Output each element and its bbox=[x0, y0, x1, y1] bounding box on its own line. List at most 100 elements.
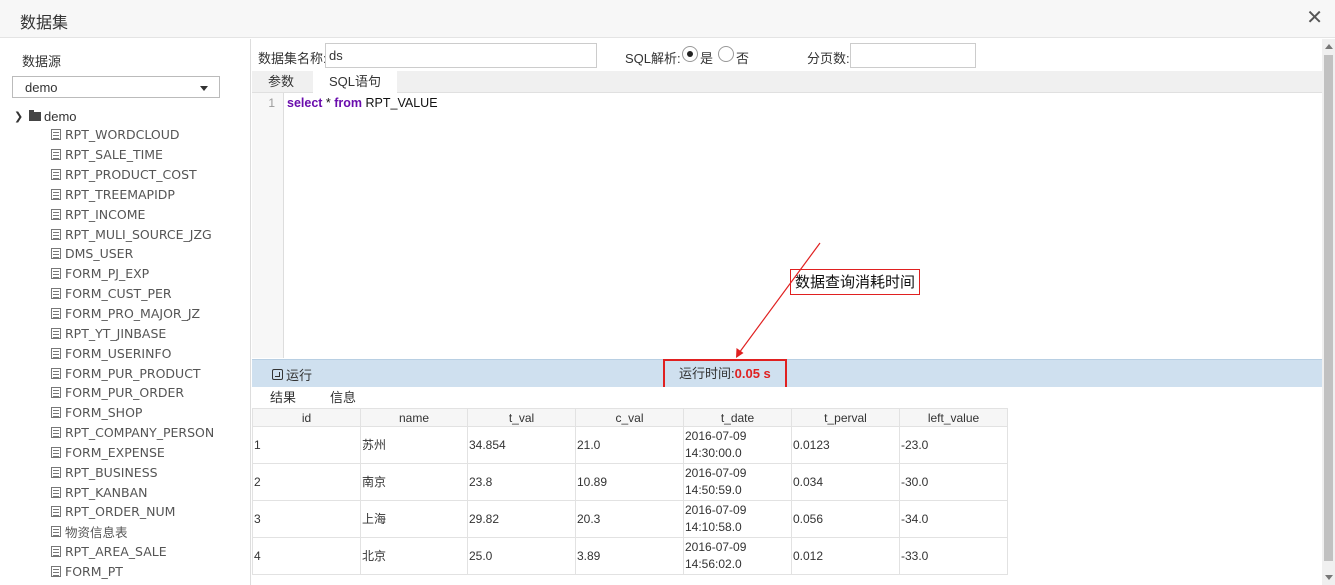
table-name: FORM_PUR_ORDER bbox=[65, 385, 185, 401]
table-icon bbox=[51, 506, 61, 518]
chevron-down-icon[interactable]: ❯ bbox=[14, 110, 28, 123]
table-list-item[interactable]: RPT_AREA_SALE bbox=[51, 542, 214, 562]
table-list-item[interactable]: RPT_WORDCLOUD bbox=[51, 125, 214, 145]
sql-text: RPT_VALUE bbox=[362, 96, 438, 110]
table-cell: 3.89 bbox=[575, 537, 684, 575]
tab-results[interactable]: 结果 bbox=[254, 387, 313, 408]
results-grid: id name t_val c_val t_date t_perval left_value… bbox=[252, 408, 1008, 575]
column-header[interactable]: c_val bbox=[575, 408, 684, 427]
table-icon bbox=[51, 546, 61, 558]
table-cell: -33.0 bbox=[899, 537, 1008, 575]
sql-keyword: from bbox=[334, 96, 363, 110]
table-list-item[interactable]: RPT_MULI_SOURCE_JZG bbox=[51, 224, 214, 244]
dataset-name-input[interactable]: ds bbox=[325, 43, 597, 68]
table-list-item[interactable]: FORM_PUR_ORDER bbox=[51, 383, 214, 403]
runtime-label: 运行时间: bbox=[679, 366, 735, 381]
result-tabs: 结果 信息 bbox=[252, 387, 1322, 408]
datasource-panel: 数据源 demo ❯ demo RPT_WORDCLOUD RPT_SALE_TI… bbox=[0, 39, 251, 585]
column-header[interactable]: name bbox=[360, 408, 468, 427]
datasource-select[interactable]: demo bbox=[12, 76, 220, 98]
run-icon bbox=[272, 369, 283, 380]
column-header[interactable]: id bbox=[252, 408, 361, 427]
table-cell: -30.0 bbox=[899, 463, 1008, 501]
table-name: RPT_ORDER_NUM bbox=[65, 504, 176, 520]
table-row[interactable]: 4 北京 25.0 3.89 2016-07-09 14:56:02.0 0.012 -33… bbox=[252, 537, 1008, 575]
dataset-name-label: 数据集名称: bbox=[258, 51, 327, 66]
table-name: RPT_PRODUCT_COST bbox=[65, 167, 197, 183]
table-list-item[interactable]: RPT_INCOME bbox=[51, 204, 214, 224]
table-cell: 0.012 bbox=[791, 537, 900, 575]
table-cell: -23.0 bbox=[899, 426, 1008, 464]
table-name: FORM_SHOP bbox=[65, 405, 143, 421]
sql-editor[interactable]: 1 select * from RPT_VALUE 数据查询消耗时间 bbox=[252, 93, 1322, 358]
table-icon bbox=[51, 347, 61, 359]
table-list-item[interactable]: FORM_CUST_PER bbox=[51, 284, 214, 304]
table-list-item[interactable]: FORM_USERINFO bbox=[51, 343, 214, 363]
column-header[interactable]: t_perval bbox=[791, 408, 900, 427]
table-cell: 2016-07-09 14:30:00.0 bbox=[683, 426, 792, 464]
table-name: FORM_PRO_MAJOR_JZ bbox=[65, 306, 201, 322]
column-header[interactable]: t_val bbox=[467, 408, 576, 427]
dialog-titlebar: 数据集 ✕ bbox=[0, 0, 1335, 38]
run-button[interactable]: 运行 bbox=[272, 365, 312, 384]
sql-code-line[interactable]: select * from RPT_VALUE bbox=[287, 96, 438, 110]
table-name: RPT_YT_JINBASE bbox=[65, 325, 167, 341]
vertical-scrollbar[interactable] bbox=[1322, 39, 1335, 585]
sql-parse-no-radio[interactable] bbox=[718, 46, 734, 62]
table-list-item[interactable]: FORM_PT bbox=[51, 562, 214, 582]
table-cell: 23.8 bbox=[467, 463, 576, 501]
table-cell: 2016-07-09 14:56:02.0 bbox=[683, 537, 792, 575]
table-list: RPT_WORDCLOUD RPT_SALE_TIME RPT_PRODUCT_CO… bbox=[51, 125, 214, 581]
table-row[interactable]: 2 南京 23.8 10.89 2016-07-09 14:50:59.0 0.034 -3… bbox=[252, 463, 1008, 501]
run-bar: 运行 运行时间:0.05 s bbox=[252, 359, 1322, 389]
table-list-item[interactable]: DMS_USER bbox=[51, 244, 214, 264]
caret-down-icon bbox=[200, 86, 208, 91]
tab-params[interactable]: 参数 bbox=[252, 71, 310, 93]
sql-parse-yes-radio[interactable] bbox=[682, 46, 698, 62]
table-row[interactable]: 1 苏州 34.854 21.0 2016-07-09 14:30:00.0 0.0123… bbox=[252, 426, 1008, 464]
table-list-item[interactable]: RPT_COMPANY_PERSON bbox=[51, 423, 214, 443]
table-icon bbox=[51, 208, 61, 220]
table-icon bbox=[51, 288, 61, 300]
table-list-item[interactable]: RPT_ORDER_NUM bbox=[51, 502, 214, 522]
table-list-item[interactable]: FORM_EXPENSE bbox=[51, 443, 214, 463]
annotation-callout: 数据查询消耗时间 bbox=[790, 269, 921, 295]
table-list-item[interactable]: RPT_PRODUCT_COST bbox=[51, 165, 214, 185]
column-header[interactable]: t_date bbox=[683, 408, 792, 427]
dataset-form: 数据集名称: ds SQL解析: 是 否 分页数: bbox=[252, 39, 1322, 71]
table-row[interactable]: 3 上海 29.82 20.3 2016-07-09 14:10:58.0 0.056 -3… bbox=[252, 500, 1008, 538]
table-cell: 29.82 bbox=[467, 500, 576, 538]
table-name: RPT_KANBAN bbox=[65, 484, 148, 500]
close-icon[interactable]: ✕ bbox=[1306, 8, 1323, 28]
table-list-item[interactable]: FORM_PUR_PRODUCT bbox=[51, 363, 214, 383]
table-cell: 25.0 bbox=[467, 537, 576, 575]
table-name: RPT_COMPANY_PERSON bbox=[65, 425, 215, 441]
table-list-item[interactable]: RPT_SALE_TIME bbox=[51, 145, 214, 165]
table-name: FORM_PT bbox=[65, 563, 123, 579]
table-list-item[interactable]: RPT_TREEMAPIDP bbox=[51, 185, 214, 205]
sql-text: * bbox=[322, 96, 335, 110]
table-icon bbox=[51, 169, 61, 181]
table-cell: 4 bbox=[252, 537, 361, 575]
column-header[interactable]: left_value bbox=[899, 408, 1008, 427]
table-name: FORM_PUR_PRODUCT bbox=[65, 365, 201, 381]
tab-sql[interactable]: SQL语句 bbox=[313, 71, 398, 93]
table-name: RPT_MULI_SOURCE_JZG bbox=[65, 226, 212, 242]
page-size-input[interactable] bbox=[850, 43, 976, 68]
table-list-item[interactable]: FORM_PJ_EXP bbox=[51, 264, 214, 284]
table-list-item[interactable]: FORM_SHOP bbox=[51, 403, 214, 423]
table-icon bbox=[51, 228, 61, 240]
table-list-item[interactable]: FORM_PRO_MAJOR_JZ bbox=[51, 304, 214, 324]
table-list-item[interactable]: RPT_BUSINESS bbox=[51, 462, 214, 482]
scroll-thumb[interactable] bbox=[1324, 55, 1333, 561]
table-cell: 2 bbox=[252, 463, 361, 501]
table-list-item[interactable]: RPT_KANBAN bbox=[51, 482, 214, 502]
scroll-down-icon[interactable] bbox=[1325, 575, 1333, 580]
tree-root-node[interactable]: ❯ demo bbox=[14, 107, 77, 125]
tree-root-label: demo bbox=[44, 108, 77, 124]
tab-info[interactable]: 信息 bbox=[314, 387, 372, 408]
table-name: DMS_USER bbox=[65, 246, 134, 262]
table-list-item[interactable]: 物资信息表 bbox=[51, 522, 214, 542]
scroll-up-icon[interactable] bbox=[1325, 44, 1333, 49]
table-list-item[interactable]: RPT_YT_JINBASE bbox=[51, 323, 214, 343]
